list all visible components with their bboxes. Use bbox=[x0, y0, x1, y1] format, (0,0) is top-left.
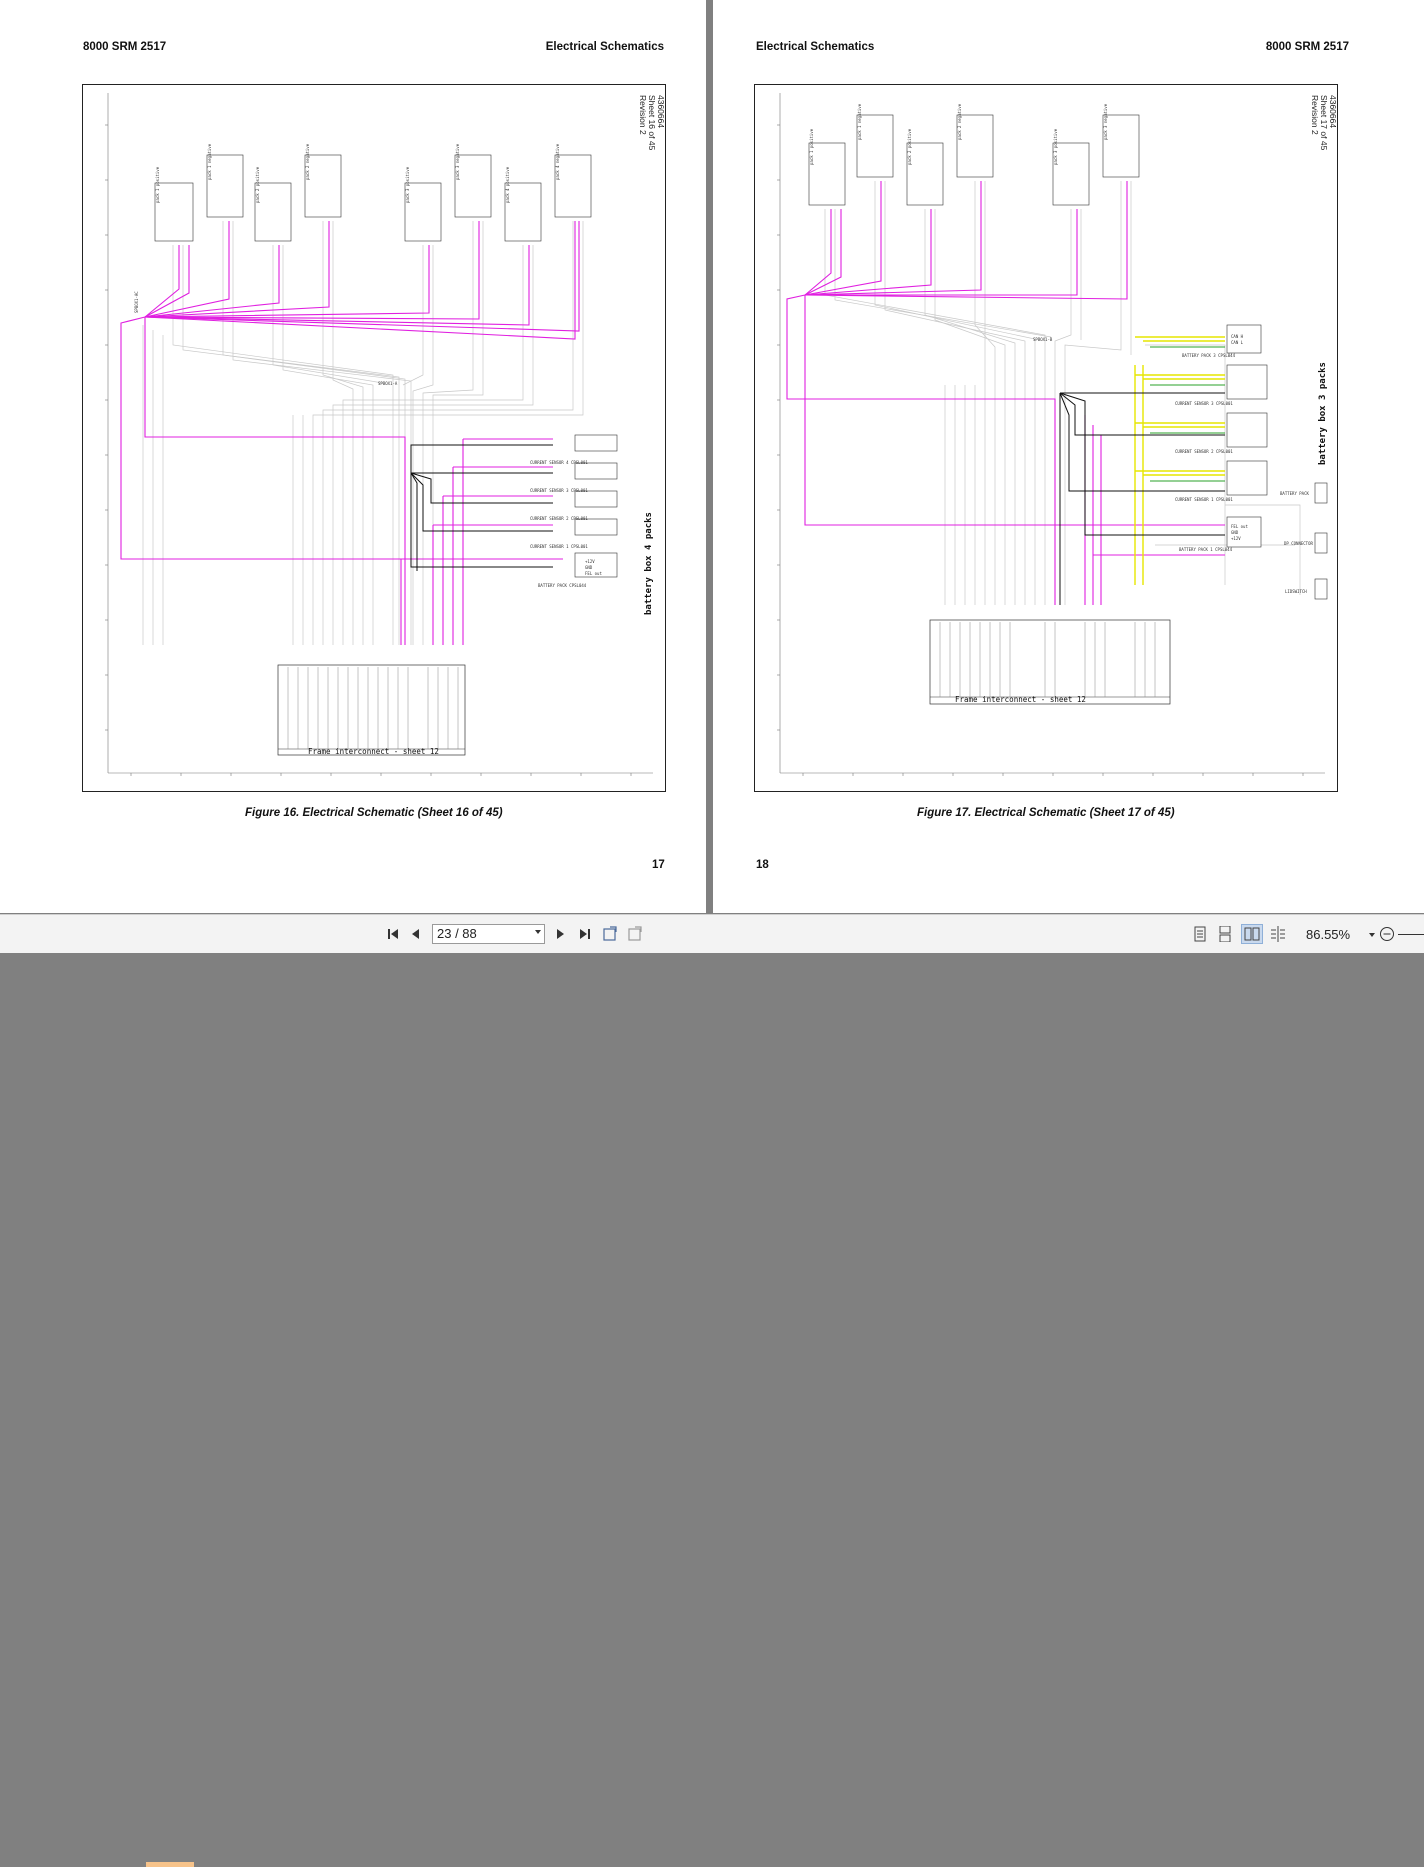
svg-text:SPBOX1-AC: SPBOX1-AC bbox=[134, 291, 139, 313]
battery-box-label: battery box 3 packs bbox=[1318, 362, 1328, 465]
svg-text:CAN H: CAN H bbox=[1231, 334, 1244, 339]
prev-page-icon[interactable] bbox=[406, 924, 426, 944]
next-page-icon[interactable] bbox=[550, 924, 570, 944]
svg-text:pack 1 positive: pack 1 positive bbox=[809, 128, 814, 165]
svg-text:CURRENT SENSOR 4 CPSL001: CURRENT SENSOR 4 CPSL001 bbox=[530, 460, 588, 465]
taskbar-accent bbox=[146, 1862, 194, 1867]
svg-text:FEL out: FEL out bbox=[585, 571, 602, 576]
facing-icon[interactable] bbox=[1241, 924, 1263, 944]
document-page-right: Electrical Schematics 8000 SRM 2517 4360… bbox=[713, 0, 1424, 913]
zoom-out-icon[interactable] bbox=[1377, 924, 1397, 944]
revision-label: Revision 2 bbox=[1310, 95, 1320, 135]
zoom-slider[interactable] bbox=[1398, 934, 1424, 935]
continuous-facing-icon[interactable] bbox=[1268, 924, 1288, 944]
page-header-left: Electrical Schematics bbox=[756, 41, 875, 53]
schematic-figure-17: 4360664 Sheet 17 of 45 Revision 2 BS0821… bbox=[754, 84, 1338, 792]
page-header-right: 8000 SRM 2517 bbox=[1265, 41, 1349, 53]
svg-text:GND: GND bbox=[1231, 530, 1239, 535]
svg-text:BATTERY PACK 1 CPSL044: BATTERY PACK 1 CPSL044 bbox=[1179, 547, 1233, 552]
svg-text:BATTERY PACK 3 CPSL044: BATTERY PACK 3 CPSL044 bbox=[1182, 353, 1236, 358]
svg-text:DP CONNECTOR: DP CONNECTOR bbox=[1284, 541, 1313, 546]
svg-text:CAN L: CAN L bbox=[1231, 340, 1244, 345]
figure-caption: Figure 16. Electrical Schematic (Sheet 1… bbox=[245, 807, 503, 819]
single-page-icon[interactable] bbox=[1190, 924, 1210, 944]
svg-text:+12V: +12V bbox=[1231, 536, 1241, 541]
svg-text:pack 4 positive: pack 4 positive bbox=[505, 166, 510, 203]
svg-text:pack 3 positive: pack 3 positive bbox=[405, 166, 410, 203]
svg-text:CURRENT SENSOR 3 CPSL001: CURRENT SENSOR 3 CPSL001 bbox=[530, 488, 588, 493]
frame-interconnect-label: Frame interconnect - sheet 12 bbox=[308, 747, 439, 756]
next-view-icon[interactable] bbox=[625, 924, 645, 944]
svg-text:CURRENT SENSOR 2 CPSL001: CURRENT SENSOR 2 CPSL001 bbox=[530, 516, 588, 521]
continuous-icon[interactable] bbox=[1215, 924, 1235, 944]
page-header-right: Electrical Schematics bbox=[545, 41, 664, 53]
page-number-input[interactable]: 23 / 88 bbox=[432, 924, 545, 944]
first-page-icon[interactable] bbox=[383, 924, 403, 944]
svg-text:pack 1 negative: pack 1 negative bbox=[207, 143, 212, 180]
page-header-left: 8000 SRM 2517 bbox=[83, 41, 167, 53]
svg-text:pack 4 negative: pack 4 negative bbox=[555, 143, 560, 180]
svg-text:BATTERY PACK CPSL044: BATTERY PACK CPSL044 bbox=[538, 583, 587, 588]
revision-label: Revision 2 bbox=[638, 95, 648, 135]
svg-text:pack 1 positive: pack 1 positive bbox=[155, 166, 160, 203]
svg-text:BATTERY PACK: BATTERY PACK bbox=[1280, 491, 1309, 496]
svg-text:pack 3 negative: pack 3 negative bbox=[455, 143, 460, 180]
svg-text:LIDSWITCH: LIDSWITCH bbox=[1285, 589, 1307, 594]
svg-text:pack 2 negative: pack 2 negative bbox=[957, 103, 962, 140]
previous-view-icon[interactable] bbox=[600, 924, 620, 944]
svg-text:pack 3 negative: pack 3 negative bbox=[1103, 103, 1108, 140]
svg-text:CURRENT SENSOR 2 CPSL001: CURRENT SENSOR 2 CPSL001 bbox=[1175, 449, 1233, 454]
page-dropdown-icon[interactable] bbox=[535, 930, 541, 934]
figure-caption: Figure 17. Electrical Schematic (Sheet 1… bbox=[917, 807, 1175, 819]
page-number: 18 bbox=[756, 859, 769, 871]
svg-text:CURRENT SENSOR 1 CPSL001: CURRENT SENSOR 1 CPSL001 bbox=[1175, 497, 1233, 502]
zoom-level[interactable]: 86.55% bbox=[1306, 927, 1350, 942]
page-number: 17 bbox=[652, 859, 665, 871]
frame-interconnect-label: Frame interconnect - sheet 12 bbox=[955, 695, 1086, 704]
schematic-figure-16: 4360664 Sheet 16 of 45 Revision 2 BS0821… bbox=[82, 84, 666, 792]
zoom-dropdown-icon[interactable] bbox=[1369, 933, 1375, 937]
viewer-toolbar: 23 / 88 86.55% bbox=[0, 914, 1424, 1867]
svg-text:pack 2 positive: pack 2 positive bbox=[255, 166, 260, 203]
svg-text:GND: GND bbox=[585, 565, 593, 570]
schematic-drawing: 4360664 Sheet 16 of 45 Revision 2 BS0821… bbox=[105, 93, 665, 776]
svg-text:pack 2 positive: pack 2 positive bbox=[907, 128, 912, 165]
svg-text:pack 2 negative: pack 2 negative bbox=[305, 143, 310, 180]
last-page-icon[interactable] bbox=[575, 924, 595, 944]
svg-text:FEL out: FEL out bbox=[1231, 524, 1248, 529]
svg-text:+12V: +12V bbox=[585, 559, 595, 564]
svg-text:pack 1 negative: pack 1 negative bbox=[857, 103, 862, 140]
svg-text:CURRENT SENSOR 1 CPSL001: CURRENT SENSOR 1 CPSL001 bbox=[530, 544, 588, 549]
svg-text:SPBOX1-A: SPBOX1-A bbox=[378, 381, 398, 386]
battery-box-label: battery box 4 packs bbox=[644, 512, 654, 615]
svg-text:CURRENT SENSOR 3 CPSL001: CURRENT SENSOR 3 CPSL001 bbox=[1175, 401, 1233, 406]
document-page-left: 8000 SRM 2517 Electrical Schematics 4360… bbox=[0, 0, 706, 913]
svg-text:pack 3 positive: pack 3 positive bbox=[1053, 128, 1058, 165]
schematic-drawing: 4360664 Sheet 17 of 45 Revision 2 BS0821… bbox=[777, 93, 1337, 776]
svg-text:SPBOX1-B: SPBOX1-B bbox=[1033, 337, 1053, 342]
